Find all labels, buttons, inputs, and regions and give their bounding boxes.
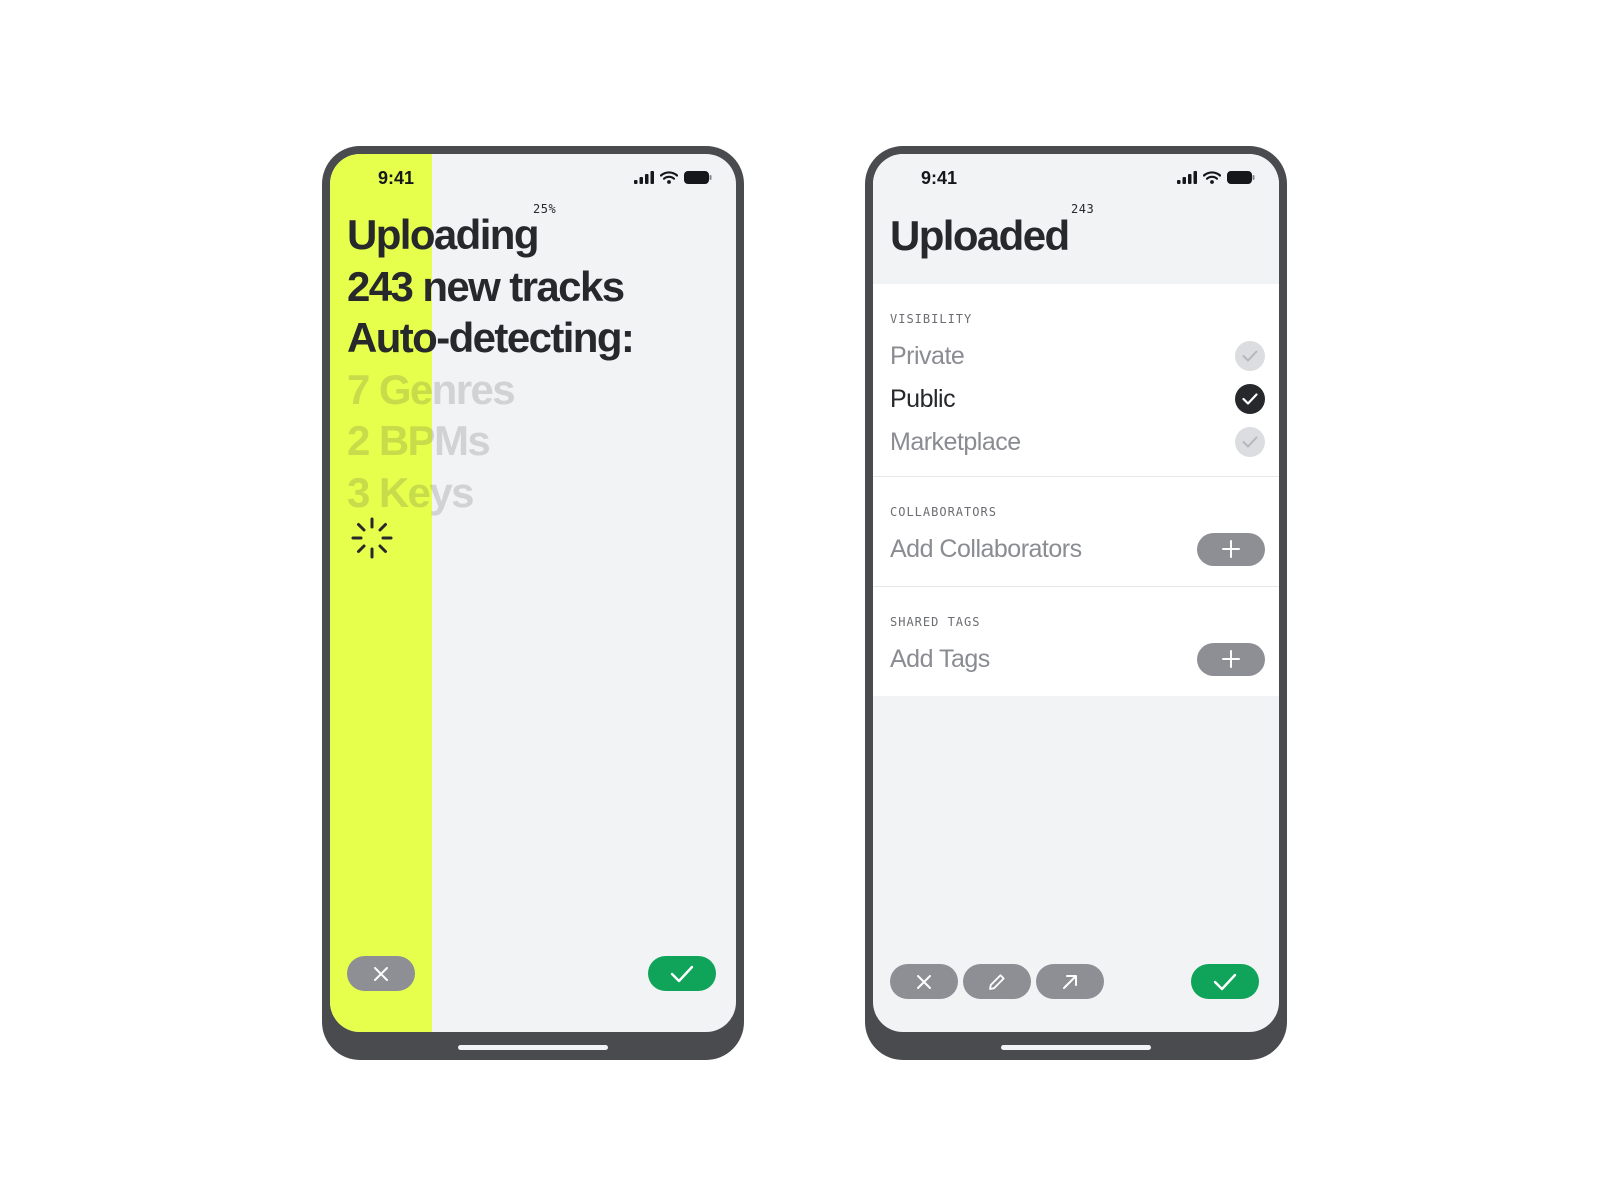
status-bar: 9:41 [330, 168, 736, 192]
signal-icon [634, 171, 654, 184]
cancel-upload-button[interactable] [347, 956, 415, 991]
x-icon [374, 966, 388, 981]
genres-detected: 7 Genres [347, 365, 516, 413]
uploading-heading: Uploading [347, 211, 540, 258]
auto-detecting-line: Auto-detecting: [347, 314, 635, 361]
option-label: Public [890, 384, 956, 413]
phone-uploading: 9:41 25% Uploading 243 new tracks Auto-d… [322, 146, 744, 1060]
arrow-up-right-icon [1063, 974, 1077, 989]
x-icon [917, 974, 931, 989]
uploaded-screen: 9:41 Uploaded 243 VISIBILITY Private Pub… [873, 154, 1279, 1032]
phone-uploaded: 9:41 Uploaded 243 VISIBILITY Private Pub… [865, 146, 1287, 1060]
add-collaborators-button[interactable] [1197, 532, 1265, 566]
collaborators-label: COLLABORATORS [890, 505, 997, 519]
check-circle-icon[interactable] [1235, 341, 1265, 371]
option-label: Private [890, 341, 965, 370]
home-indicator [1001, 1045, 1151, 1050]
visibility-option-marketplace[interactable]: Marketplace [890, 422, 1265, 462]
bpms-detected: 2 BPMs [347, 417, 491, 464]
confirm-button[interactable] [1191, 964, 1259, 999]
battery-icon [1227, 171, 1255, 184]
upload-status-text: Uploading 243 new tracks Auto-detecting:… [347, 209, 635, 518]
share-button[interactable] [1036, 964, 1104, 999]
visibility-label: VISIBILITY [890, 312, 973, 326]
check-icon [670, 965, 694, 982]
visibility-option-private[interactable]: Private [890, 336, 1265, 376]
check-icon [1242, 393, 1258, 405]
shared-tags-section: SHARED TAGS Add Tags [873, 587, 1279, 696]
check-circle-selected-icon[interactable] [1235, 384, 1265, 414]
plus-icon [1222, 540, 1240, 558]
status-icons [1177, 171, 1255, 184]
status-time: 9:41 [378, 168, 415, 188]
status-time: 9:41 [921, 168, 958, 188]
pencil-icon [989, 973, 1005, 990]
plus-icon [1222, 650, 1240, 668]
confirm-upload-button[interactable] [648, 956, 716, 991]
wifi-icon [1203, 171, 1221, 184]
status-icons [634, 171, 712, 184]
edit-button[interactable] [963, 964, 1031, 999]
loading-spinner-icon [351, 517, 393, 559]
add-tags-button[interactable] [1197, 642, 1265, 676]
uploaded-count: 243 [1071, 202, 1095, 216]
check-icon [1242, 436, 1258, 448]
collaborators-section: COLLABORATORS Add Collaborators [873, 477, 1279, 586]
option-label: Marketplace [890, 427, 1021, 456]
track-count-line: 243 new tracks [347, 262, 625, 310]
uploading-screen: 9:41 25% Uploading 243 new tracks Auto-d… [330, 154, 736, 1032]
check-circle-icon[interactable] [1235, 427, 1265, 457]
add-collaborators-row: Add Collaborators [890, 529, 1265, 569]
add-tags-label: Add Tags [890, 644, 990, 673]
page-title: Uploaded [890, 212, 1070, 259]
add-collaborators-label: Add Collaborators [890, 534, 1082, 563]
visibility-section: VISIBILITY Private Public Marketplace [873, 284, 1279, 476]
signal-icon [1177, 171, 1197, 184]
cancel-button[interactable] [890, 964, 958, 999]
add-tags-row: Add Tags [890, 639, 1265, 679]
battery-icon [684, 171, 712, 184]
keys-detected: 3 Keys [347, 468, 474, 516]
shared-tags-label: SHARED TAGS [890, 615, 981, 629]
status-bar: 9:41 [873, 168, 1279, 192]
check-icon [1242, 350, 1258, 362]
visibility-option-public[interactable]: Public [890, 379, 1265, 419]
wifi-icon [660, 171, 678, 184]
check-icon [1213, 973, 1237, 990]
uploaded-header: 9:41 Uploaded 243 [873, 154, 1279, 284]
home-indicator [458, 1045, 608, 1050]
